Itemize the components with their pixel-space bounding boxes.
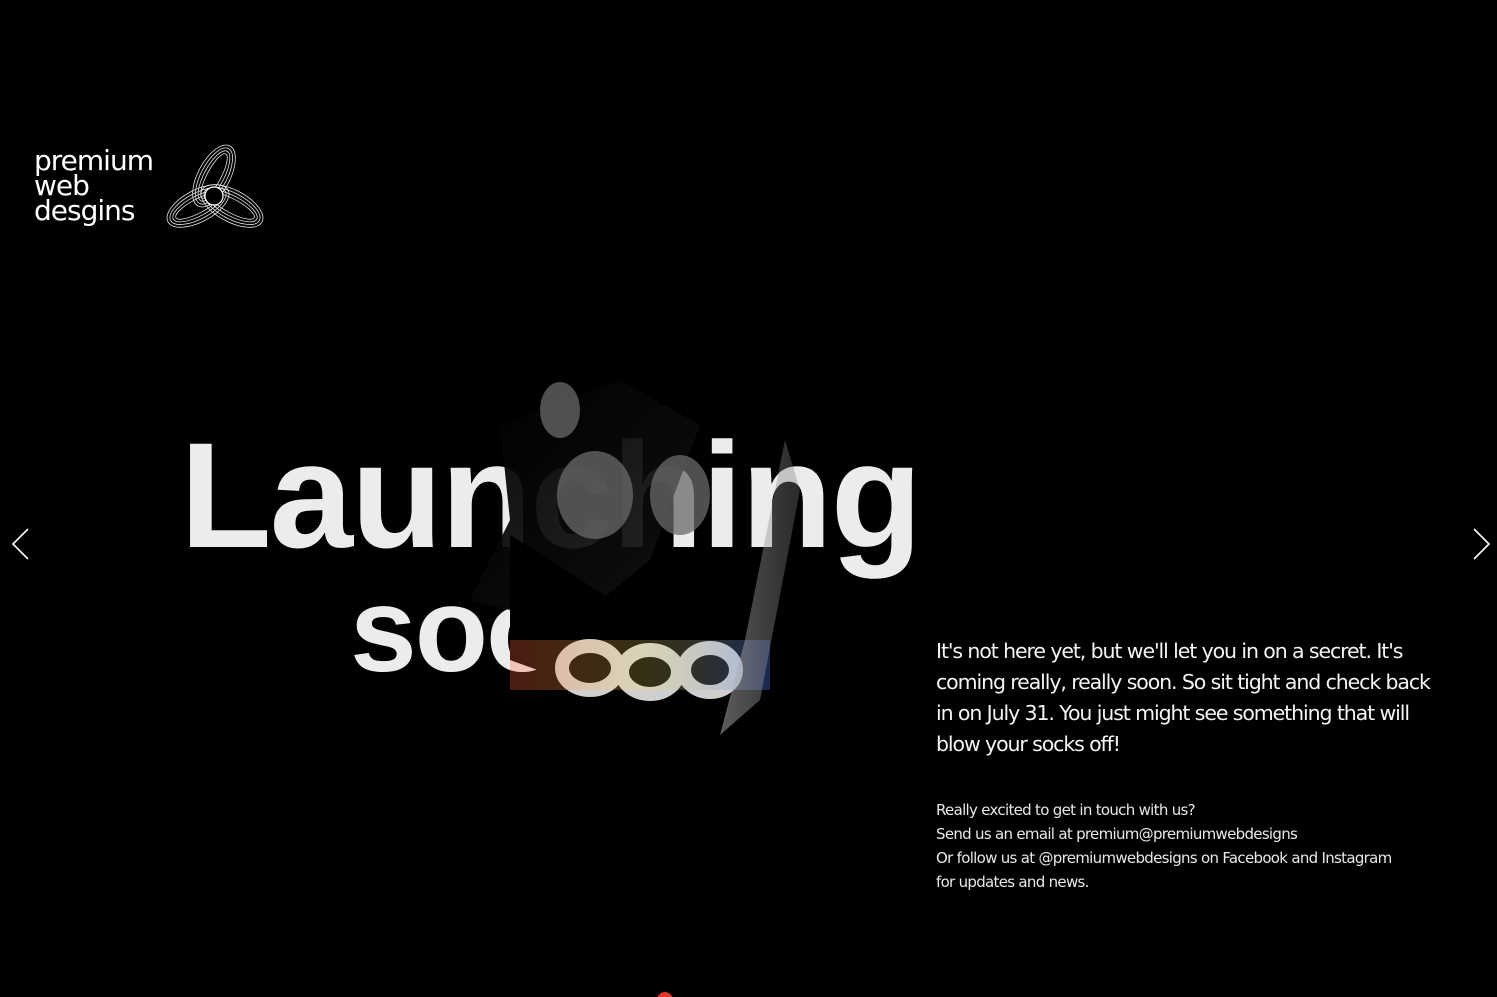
lead-paragraph: It's not here yet, but we'll let you in … [936, 639, 1431, 756]
interlocking-rings-icon [166, 144, 264, 228]
glass-cube-graphic [470, 380, 800, 735]
logo-line: desgins [34, 194, 135, 227]
contact-line-email: Send us an email at premium@premiumwebde… [936, 825, 1298, 843]
carousel-prev-button[interactable] [8, 526, 34, 562]
brand-logo[interactable]: premium web desgins [34, 140, 274, 245]
contact-line-social: Or follow us at @premiumwebdesigns on Fa… [936, 849, 1392, 867]
pager-dot[interactable] [657, 992, 673, 997]
carousel-next-button[interactable] [1468, 526, 1494, 562]
chevron-right-icon [1473, 528, 1491, 560]
contact-line: Really excited to get in touch with us? [936, 801, 1196, 819]
chevron-left-icon [11, 528, 29, 560]
contact-block: Really excited to get in touch with us? … [936, 798, 1436, 894]
logo-wordmark: premium web desgins [34, 147, 154, 227]
contact-line: for updates and news. [936, 873, 1089, 891]
launch-message: It's not here yet, but we'll let you in … [936, 636, 1436, 894]
hero-headline: Launching soon [180, 370, 922, 750]
